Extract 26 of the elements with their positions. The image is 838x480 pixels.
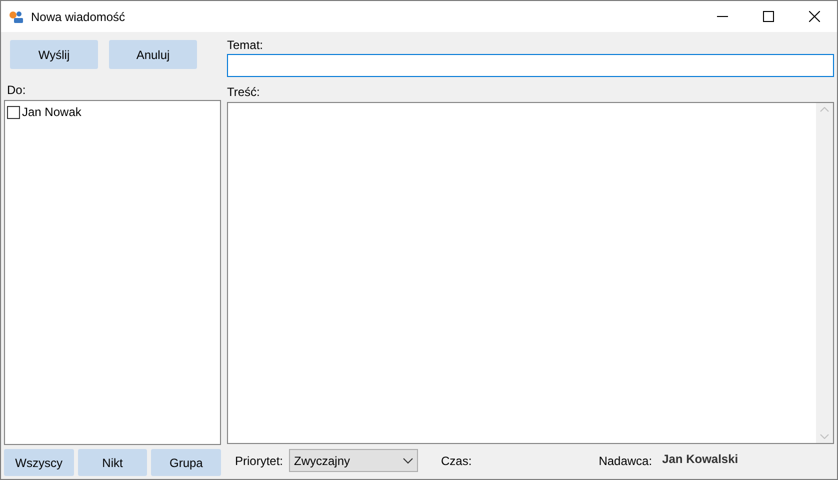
recipient-button[interactable]: Wszyscy xyxy=(4,449,74,476)
recipient-button[interactable]: Grupa xyxy=(151,449,222,476)
priority-dropdown[interactable]: Zwyczajny xyxy=(289,449,418,472)
minimize-icon xyxy=(716,16,728,17)
priority-label: Priorytet: xyxy=(235,452,284,470)
action-button[interactable]: Anuluj xyxy=(109,40,197,69)
time-label: Czas: xyxy=(441,452,472,470)
recipient-name[interactable]: Jan Nowak xyxy=(22,103,82,121)
recipients-label: Do: xyxy=(7,83,27,98)
subject-label: Temat: xyxy=(227,38,264,53)
body-field[interactable] xyxy=(227,102,834,444)
body-label: Treść: xyxy=(227,84,261,100)
maximize-icon xyxy=(762,11,774,22)
sender-label: Nadawca: xyxy=(598,452,652,470)
scroll-down-icon xyxy=(820,434,829,440)
recipient-button[interactable]: Nikt xyxy=(78,449,148,476)
subject-field[interactable] xyxy=(227,54,834,77)
app-icon xyxy=(9,10,25,24)
sender-name: Jan Kowalski xyxy=(662,450,738,468)
scroll-up-icon xyxy=(820,106,829,112)
close-icon xyxy=(808,11,820,22)
window-title: Nowa wiadomość xyxy=(31,8,126,26)
scrollbar[interactable] xyxy=(816,102,833,444)
recipient-checkbox[interactable] xyxy=(7,106,20,118)
action-button[interactable]: Wyślij xyxy=(10,40,98,69)
chevron-down-icon xyxy=(403,458,414,464)
